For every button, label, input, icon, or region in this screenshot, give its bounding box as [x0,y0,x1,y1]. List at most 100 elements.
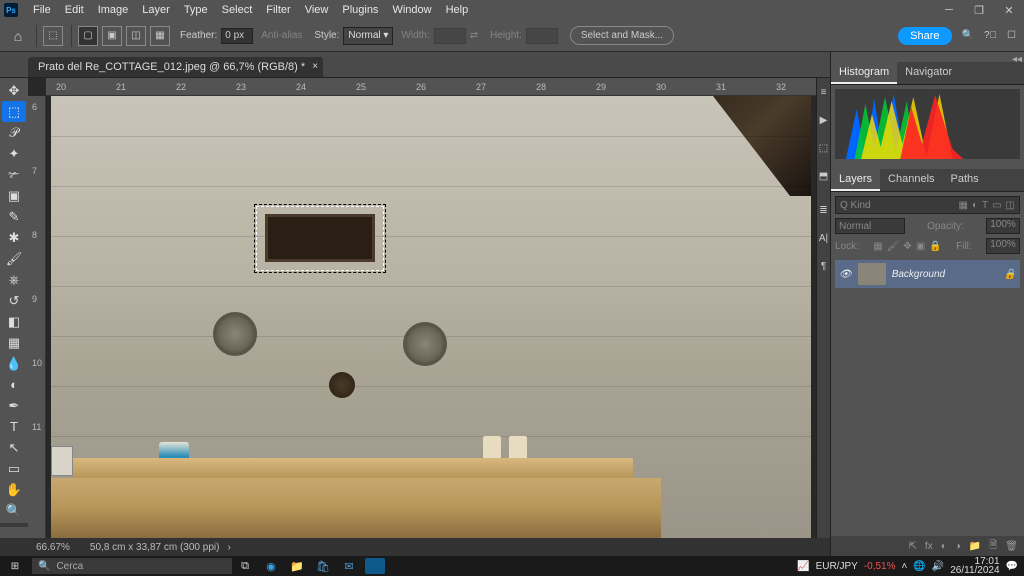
stock-pair[interactable]: EUR/JPY [816,561,858,572]
stock-icon[interactable]: 📈 [797,561,809,572]
link-icon[interactable]: ⇱ [909,541,917,552]
filter-pixel-icon[interactable]: ▦ [958,200,967,211]
intersect-selection-icon[interactable]: ▦ [150,26,170,46]
network-icon[interactable]: 🌐 [913,561,925,572]
frame-tool[interactable]: ▣ [2,185,26,206]
start-button[interactable]: ⊞ [0,556,30,576]
rail-icon[interactable]: ▶ [817,106,830,134]
tab-channels[interactable]: Channels [880,169,942,191]
shape-tool[interactable]: ▭ [2,458,26,479]
blur-tool[interactable]: 💧 [2,353,26,374]
eyedropper-tool[interactable]: ✎ [2,206,26,227]
filter-smart-icon[interactable]: ◫ [1006,200,1015,211]
tab-navigator[interactable]: Navigator [897,62,960,84]
minimize-button[interactable]: ─ [934,0,964,20]
zoom-level[interactable]: 66.67% [36,542,70,553]
volume-icon[interactable]: 🔊 [932,561,944,572]
share-button[interactable]: Share [898,27,951,45]
menu-image[interactable]: Image [91,4,136,16]
chevron-right-icon[interactable]: › [227,542,230,553]
mail-icon[interactable]: ✉ [336,560,362,573]
menu-layer[interactable]: Layer [135,4,177,16]
wand-tool[interactable]: ✦ [2,143,26,164]
visibility-icon[interactable]: 👁 [839,269,852,280]
menu-edit[interactable]: Edit [58,4,91,16]
clock-date[interactable]: 26/11/2024 [950,566,999,575]
menu-plugins[interactable]: Plugins [335,4,385,16]
lock-paint-icon[interactable]: 🖌 [887,241,900,252]
menu-file[interactable]: File [26,4,58,16]
layer-row-background[interactable]: 👁 Background 🔒 [835,260,1020,288]
document-tab[interactable]: Prato del Re_COTTAGE_012.jpeg @ 66,7% (R… [28,57,323,77]
lock-trans-icon[interactable]: ▦ [873,241,882,252]
rail-icon[interactable]: ⬚ [817,134,830,162]
brush-tool[interactable]: 🖌 [2,248,26,269]
feather-input[interactable] [221,28,253,44]
marquee-tool-icon[interactable]: ⬚ [43,26,63,46]
collapse-panels-icon[interactable]: ◂◂ [1012,54,1022,65]
notifications-icon[interactable]: 💬 [1006,561,1018,572]
stock-change[interactable]: -0,51% [864,561,896,572]
canvas[interactable] [46,96,816,538]
ruler-horizontal[interactable]: 20 21 22 23 24 25 26 27 28 29 30 31 32 [46,78,816,96]
tab-paths[interactable]: Paths [943,169,987,191]
gradient-tool[interactable]: ▦ [2,332,26,353]
hand-tool[interactable]: ✋ [2,479,26,500]
close-button[interactable]: ✕ [994,0,1024,20]
close-tab-icon[interactable]: × [312,61,318,72]
lock-art-icon[interactable]: ▣ [916,241,925,252]
history-brush-tool[interactable]: ↺ [2,290,26,311]
menu-view[interactable]: View [298,4,336,16]
histogram-display[interactable] [835,89,1020,159]
adjustment-icon[interactable]: ◑ [955,541,961,552]
group-icon[interactable]: 📁 [969,541,981,552]
style-select[interactable]: Normal▾ [343,27,393,45]
lasso-tool[interactable]: 𝒫 [2,122,26,143]
fill-input[interactable]: 100% [986,238,1020,254]
path-tool[interactable]: ↖ [2,437,26,458]
dodge-tool[interactable]: ◐ [2,374,26,395]
store-icon[interactable]: 🛍 [310,560,336,573]
taskbar-search[interactable]: 🔍 Cerca [32,558,232,574]
new-selection-icon[interactable]: ▢ [78,26,98,46]
blend-mode-select[interactable]: Normal [835,218,905,234]
type-tool[interactable]: T [2,416,26,437]
marquee-tool[interactable]: ⬚ [2,101,26,122]
opacity-input[interactable]: 100% [986,218,1020,234]
filter-shape-icon[interactable]: ▭ [992,200,1001,211]
explorer-icon[interactable]: 📁 [284,560,310,573]
lock-all-icon[interactable]: 🔒 [929,241,941,252]
heal-tool[interactable]: ✱ [2,227,26,248]
rail-icon[interactable]: ≡ [817,78,830,106]
rail-icon[interactable]: A| [817,224,830,252]
pen-tool[interactable]: ✒ [2,395,26,416]
tray-chevron-icon[interactable]: ˄ [901,561,907,572]
mask-icon[interactable]: ◐ [941,541,947,552]
lock-pos-icon[interactable]: ✥ [903,241,911,252]
menu-filter[interactable]: Filter [259,4,297,16]
new-layer-icon[interactable]: 🗎 [989,538,997,555]
layer-name[interactable]: Background [892,269,945,280]
filter-type-icon[interactable]: T [982,200,988,211]
search-icon[interactable]: 🔍 [962,30,974,41]
zoom-tool[interactable]: 🔍 [2,500,26,521]
layer-filter[interactable]: Q Kind ▦ ◐ T ▭ ◫ [835,196,1020,214]
select-and-mask-button[interactable]: Select and Mask... [570,26,674,45]
eraser-tool[interactable]: ◧ [2,311,26,332]
help-icon[interactable]: ?⃝ [984,30,997,41]
edge-icon[interactable]: ◉ [258,560,284,573]
menu-window[interactable]: Window [385,4,438,16]
photoshop-taskbar-icon[interactable] [365,558,385,574]
rail-icon[interactable]: ¶ [817,252,830,280]
move-tool[interactable]: ✥ [2,80,26,101]
delete-icon[interactable]: 🗑 [1005,541,1018,552]
stamp-tool[interactable]: ⎈ [2,269,26,290]
tab-layers[interactable]: Layers [831,169,880,191]
menu-help[interactable]: Help [439,4,476,16]
menu-select[interactable]: Select [215,4,260,16]
ruler-vertical[interactable]: 6 7 8 9 10 11 [28,96,46,538]
filter-adjust-icon[interactable]: ◐ [972,200,978,211]
tab-histogram[interactable]: Histogram [831,62,897,84]
add-selection-icon[interactable]: ▣ [102,26,122,46]
subtract-selection-icon[interactable]: ◫ [126,26,146,46]
